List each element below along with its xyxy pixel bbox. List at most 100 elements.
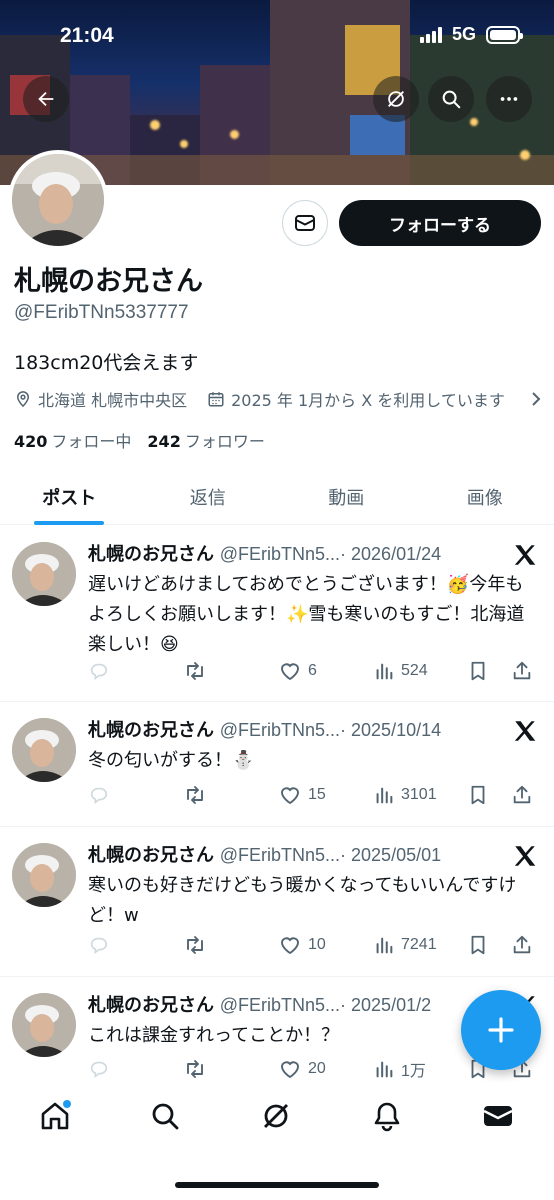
nav-home[interactable] [30, 1096, 80, 1136]
retweet-button[interactable] [183, 783, 278, 807]
profile-avatar[interactable] [8, 150, 108, 250]
tab-replies[interactable]: 返信 [139, 470, 278, 524]
back-arrow-icon [38, 91, 54, 107]
bookmark-icon [471, 785, 485, 805]
retweet-button[interactable] [183, 659, 278, 683]
grok-button[interactable] [373, 76, 419, 122]
battery-icon [486, 25, 523, 44]
back-button[interactable] [23, 76, 69, 122]
retweet-icon [187, 786, 203, 804]
nav-notifications[interactable] [362, 1096, 412, 1136]
retweet-icon [187, 662, 203, 680]
profile-handle: @FEribTNn5337777 [14, 302, 189, 323]
follow-button[interactable]: フォローする [339, 200, 541, 246]
search-button[interactable] [428, 76, 474, 122]
display-name: 札幌のお兄さん [14, 266, 203, 297]
nav-messages[interactable] [473, 1096, 523, 1136]
post-author-handle: @FEribTNn5... [219, 845, 341, 865]
share-icon [513, 935, 531, 954]
views-button[interactable]: 524 [373, 660, 467, 682]
share-button[interactable] [511, 660, 541, 682]
message-button[interactable] [282, 200, 328, 246]
search-icon [152, 1103, 179, 1130]
share-icon [513, 661, 531, 680]
followers-count: 242 [147, 432, 181, 451]
post-date: · 2026/01/24 [340, 544, 442, 564]
bookmark-icon [471, 661, 485, 681]
followers-label: フォロワー [184, 432, 265, 451]
status-indicators: 5G [419, 24, 523, 45]
reply-icon [90, 787, 108, 804]
heart-icon [281, 937, 299, 955]
mail-icon [483, 1106, 513, 1126]
tab-images[interactable]: 画像 [416, 470, 554, 524]
reply-button[interactable] [88, 1058, 183, 1080]
grok-icon [264, 1104, 288, 1128]
tab-videos[interactable]: 動画 [277, 470, 416, 524]
post-avatar[interactable] [12, 542, 76, 606]
post-item[interactable]: 札幌のお兄さん @FEribTNn5...· 2025/10/14 冬の匂いがする… [0, 702, 554, 827]
views-button[interactable]: 7241 [373, 934, 467, 956]
nav-search[interactable] [140, 1096, 190, 1136]
views-icon [376, 1061, 393, 1078]
post-x-logo [512, 718, 538, 748]
post-text: 遅いけどあけましておめでとうございます！🥳今年もよろしくお願いします！✨雪も寒い… [88, 574, 525, 655]
post-x-logo [512, 843, 538, 873]
post-author-name: 札幌のお兄さん [88, 544, 214, 565]
share-button[interactable] [511, 784, 541, 806]
post-author-handle: @FEribTNn5... [219, 544, 341, 564]
retweet-button[interactable] [183, 933, 278, 957]
views-button[interactable]: 1万 [373, 1057, 467, 1081]
post-author-name: 札幌のお兄さん [88, 845, 214, 866]
x-logo-icon [514, 545, 536, 565]
reply-button[interactable] [88, 934, 183, 956]
location: 北海道 札幌市中央区 [14, 387, 187, 411]
post-date: · 2025/05/01 [340, 845, 442, 865]
status-bar: 21:04 5G [0, 0, 554, 70]
home-indicator [175, 1182, 379, 1188]
x-logo-icon [514, 846, 536, 866]
views-button[interactable]: 3101 [373, 784, 467, 806]
post-author-handle: @FEribTNn5... [219, 720, 341, 740]
post-actions: 10 7241 [88, 930, 542, 960]
post-text: 寒いのも好きだけどもう暖かくなってもいいんですけど！w [88, 875, 517, 926]
post-item[interactable]: 札幌のお兄さん @FEribTNn5...· 2026/01/24 遅いけどあけま… [0, 526, 554, 702]
bookmark-button[interactable] [467, 934, 511, 956]
like-button[interactable]: 15 [278, 783, 373, 807]
like-button[interactable]: 10 [278, 933, 373, 957]
post-text: 冬の匂いがする！⛄ [88, 750, 255, 771]
like-count: 15 [308, 786, 326, 803]
profile-tabs: ポスト 返信 動画 画像 [0, 470, 554, 525]
reply-button[interactable] [88, 784, 183, 806]
joined-text: 2025 年 1月から X を利用しています [231, 391, 505, 410]
post-avatar[interactable] [12, 993, 76, 1057]
compose-button[interactable] [461, 990, 541, 1070]
like-button[interactable]: 20 [278, 1057, 373, 1081]
following-link[interactable]: 420 フォロー中 [14, 428, 131, 452]
nav-grok[interactable] [251, 1096, 301, 1136]
home-icon [41, 1100, 71, 1130]
network-label: 5G [451, 24, 476, 44]
reply-button[interactable] [88, 660, 183, 682]
heart-icon [281, 1061, 299, 1079]
location-icon [16, 391, 30, 408]
post-avatar[interactable] [12, 843, 76, 907]
more-icon [500, 97, 518, 101]
tab-posts[interactable]: ポスト [0, 470, 139, 524]
post-actions: 6 524 [88, 656, 542, 686]
profile-meta: 北海道 札幌市中央区 2025 年 1月から X を利用しています [14, 387, 505, 411]
post-item[interactable]: 札幌のお兄さん @FEribTNn5...· 2025/05/01 寒いのも好きだ… [0, 827, 554, 977]
followers-link[interactable]: 242 フォロワー [147, 428, 264, 452]
bookmark-button[interactable] [467, 660, 511, 682]
retweet-icon [187, 936, 203, 954]
like-button[interactable]: 6 [278, 659, 373, 683]
meta-expand-button[interactable] [528, 390, 544, 412]
post-avatar[interactable] [12, 718, 76, 782]
heart-icon [281, 663, 299, 681]
status-time: 21:04 [60, 24, 114, 47]
bookmark-button[interactable] [467, 784, 511, 806]
more-button[interactable] [486, 76, 532, 122]
share-button[interactable] [511, 934, 541, 956]
retweet-button[interactable] [183, 1057, 278, 1081]
views-icon [376, 663, 393, 680]
